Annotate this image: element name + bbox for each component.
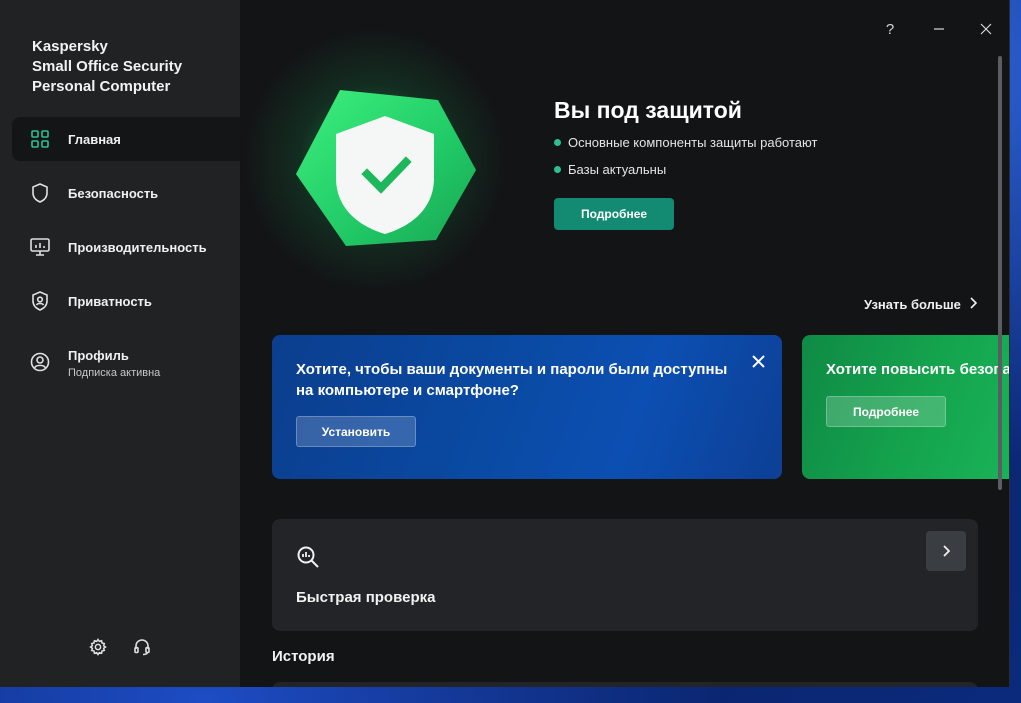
chevron-right-icon xyxy=(969,297,978,312)
promo-details-button[interactable]: Подробнее xyxy=(826,396,946,427)
learn-more-link[interactable]: Узнать больше xyxy=(864,297,978,312)
performance-monitor-icon xyxy=(30,237,50,257)
quick-scan-card[interactable]: Быстрая проверка xyxy=(272,519,978,631)
headset-icon[interactable] xyxy=(131,636,153,658)
quick-scan-title: Быстрая проверка xyxy=(296,589,436,606)
protection-status-title: Вы под защитой xyxy=(554,97,742,123)
app-title-line: Small Office Security xyxy=(32,58,183,75)
status-line: Базы актуальны xyxy=(554,162,666,177)
app-title-line: Kaspersky xyxy=(32,38,108,55)
shield-icon xyxy=(30,183,50,203)
install-button[interactable]: Установить xyxy=(296,416,416,447)
history-card[interactable] xyxy=(272,682,978,687)
sidebar-item-label: Безопасность xyxy=(68,185,159,201)
status-line: Основные компоненты защиты работают xyxy=(554,135,817,150)
status-text: Базы актуальны xyxy=(568,162,667,177)
learn-more-label: Узнать больше xyxy=(864,297,961,312)
promo-text: Хотите, чтобы ваши документы и пароли бы… xyxy=(296,361,728,399)
privacy-shield-user-icon xyxy=(30,291,50,311)
scrollbar[interactable] xyxy=(998,56,1002,490)
app-title: Kaspersky Small Office Security Personal… xyxy=(32,37,232,97)
subscription-status: Подписка активна xyxy=(68,367,161,379)
close-icon[interactable] xyxy=(973,16,999,42)
minimize-icon[interactable] xyxy=(926,16,952,42)
sidebar-item-label: Приватность xyxy=(68,293,152,309)
gear-icon[interactable] xyxy=(87,636,109,658)
app-title-line: Personal Computer xyxy=(32,78,171,95)
home-grid-icon xyxy=(30,129,50,149)
protection-shield-icon xyxy=(288,78,488,263)
sidebar-item-profile[interactable]: Профиль Подписка активна xyxy=(12,340,240,384)
status-text: Основные компоненты защиты работают xyxy=(568,135,818,150)
sidebar-item-home[interactable]: Главная xyxy=(12,117,240,161)
promo-card-sync: Хотите, чтобы ваши документы и пароли бы… xyxy=(272,335,782,479)
chevron-right-icon[interactable] xyxy=(926,531,966,571)
user-circle-icon xyxy=(30,352,50,372)
sidebar-item-security[interactable]: Безопасность xyxy=(12,171,240,215)
history-title: История xyxy=(272,648,335,665)
help-button[interactable]: ? xyxy=(877,16,903,42)
scan-magnifier-icon xyxy=(294,543,322,571)
sidebar-item-label: Главная xyxy=(68,131,121,147)
sidebar-item-privacy[interactable]: Приватность xyxy=(12,279,240,323)
kaspersky-window: Kaspersky Small Office Security Personal… xyxy=(0,0,1010,687)
promo-text: Хотите повысить безопа xyxy=(826,361,1010,378)
sidebar-item-performance[interactable]: Производительность xyxy=(12,225,240,269)
status-dot xyxy=(554,166,561,173)
details-button[interactable]: Подробнее xyxy=(554,198,674,230)
sidebar-item-label: Производительность xyxy=(68,239,207,255)
sidebar-item-label: Профиль xyxy=(68,348,129,363)
close-icon[interactable] xyxy=(750,353,766,369)
status-dot xyxy=(554,139,561,146)
main-content: ? Вы под защитой Основные компоненты защ… xyxy=(240,0,1010,687)
sidebar: Kaspersky Small Office Security Personal… xyxy=(0,0,240,687)
promo-card-security: Хотите повысить безопа Подробнее xyxy=(802,335,1010,479)
